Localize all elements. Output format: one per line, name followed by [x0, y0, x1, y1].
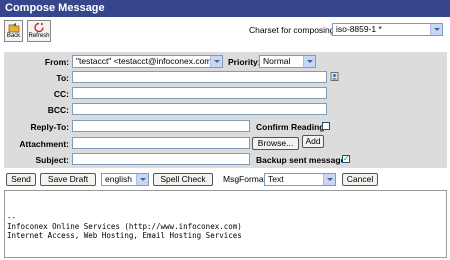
priority-label: Priority: [228, 57, 261, 67]
language-select[interactable]: english [101, 173, 149, 186]
folder-back-icon [8, 23, 19, 33]
confirm-reading-label: Confirm Reading [256, 122, 325, 132]
cancel-button[interactable]: Cancel [342, 173, 378, 186]
save-draft-button[interactable]: Save Draft [40, 173, 96, 186]
spell-check-button[interactable]: Spell Check [153, 173, 213, 186]
message-body[interactable]: -- Infoconex Online Services (http://www… [4, 190, 447, 258]
add-attachment-button[interactable]: Add [302, 135, 324, 148]
cc-label: CC: [53, 89, 69, 99]
bcc-field[interactable] [72, 103, 327, 115]
browse-button[interactable]: Browse... [252, 137, 299, 150]
chevron-down-icon [210, 56, 222, 67]
msgformat-label: MsgFormat [223, 174, 266, 184]
language-value: english [105, 174, 132, 184]
cc-field[interactable] [72, 87, 327, 99]
to-label: To: [56, 73, 69, 83]
refresh-label: Refresh [28, 33, 50, 39]
subject-label: Subject: [35, 155, 69, 165]
from-select[interactable]: "testacct" <testacct@infoconex.com> [72, 55, 223, 68]
reply-to-label: Reply-To: [30, 122, 69, 132]
priority-select[interactable]: Normal [259, 55, 316, 68]
subject-field[interactable] [72, 153, 250, 165]
charset-label: Charset for composing: [249, 25, 337, 35]
reply-to-field[interactable] [72, 120, 250, 132]
attachment-field[interactable] [72, 137, 250, 149]
msgformat-select[interactable]: Text [264, 173, 336, 186]
charset-select[interactable]: iso-8859-1 * [332, 23, 443, 36]
chevron-down-icon [430, 24, 442, 35]
priority-value: Normal [263, 56, 291, 66]
send-button[interactable]: Send [6, 173, 36, 186]
refresh-button[interactable]: Refresh [27, 20, 51, 42]
chevron-down-icon [323, 174, 335, 185]
msgformat-value: Text [268, 174, 284, 184]
backup-sent-label: Backup sent message [256, 155, 346, 165]
back-label: Back [6, 33, 21, 39]
to-field[interactable] [72, 71, 327, 83]
chevron-down-icon [303, 56, 315, 67]
chevron-down-icon [136, 174, 148, 185]
backup-sent-checkbox[interactable]: ✓ [342, 155, 350, 163]
address-book-icon[interactable] [330, 71, 340, 82]
page-title: Compose Message [0, 0, 450, 17]
back-button[interactable]: Back [4, 20, 23, 42]
from-value: "testacct" <testacct@infoconex.com> [76, 56, 217, 66]
from-label: From: [44, 57, 69, 67]
charset-value: iso-8859-1 * [336, 24, 382, 34]
refresh-icon [34, 22, 44, 33]
attachment-label: Attachment: [19, 139, 69, 149]
bcc-label: BCC: [47, 105, 69, 115]
confirm-reading-checkbox[interactable] [322, 122, 330, 130]
